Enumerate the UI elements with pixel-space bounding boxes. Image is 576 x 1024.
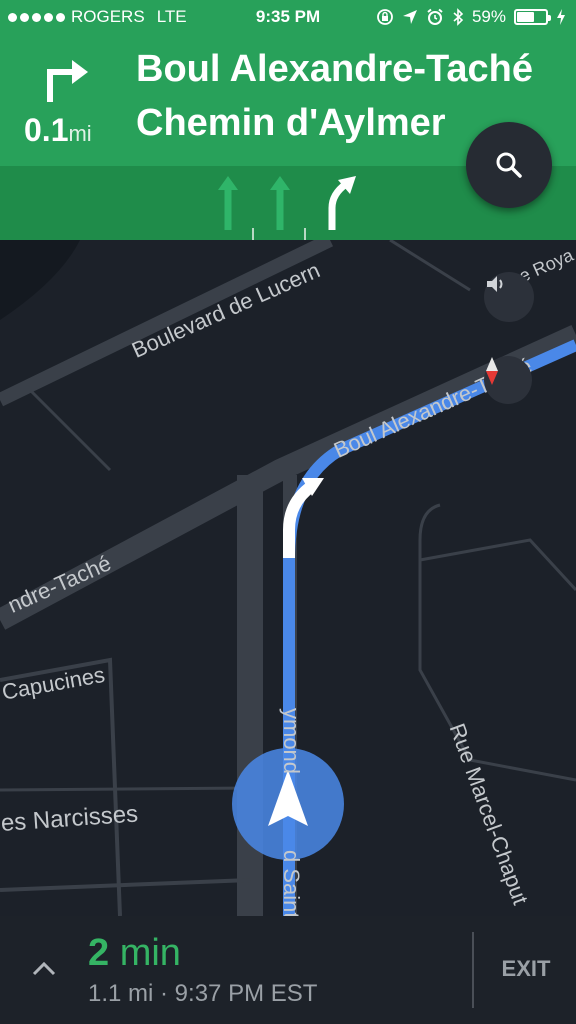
next-street-primary: Boul Alexandre-Taché bbox=[136, 48, 533, 90]
alarm-icon bbox=[427, 8, 443, 25]
distance-value: 0.1 bbox=[24, 112, 69, 148]
trip-summary-bar: 2 min 1.1 mi · 9:37 PM EST EXIT bbox=[0, 916, 576, 1024]
sound-toggle-button[interactable] bbox=[484, 272, 534, 322]
status-bar: ROGERS LTE 9:35 PM 59% bbox=[0, 0, 576, 34]
battery-percentage: 59% bbox=[471, 7, 506, 26]
distance-to-turn: 0.1mi bbox=[24, 112, 92, 149]
map-label-saint-raymond-bottom: d Saint- bbox=[279, 850, 304, 916]
status-right: 59% bbox=[376, 7, 566, 27]
search-button[interactable] bbox=[466, 122, 552, 208]
eta-duration: 2 min bbox=[88, 932, 181, 975]
exit-navigation-button[interactable]: EXIT bbox=[476, 934, 576, 1004]
map-view[interactable]: Boulevard de Lucern e Roya Boul Alexandr… bbox=[0, 240, 576, 916]
search-icon bbox=[496, 152, 522, 178]
bluetooth-icon bbox=[453, 8, 464, 26]
lane-slight-right-icon bbox=[328, 176, 356, 230]
lane-straight-icon bbox=[218, 176, 238, 230]
turn-right-icon bbox=[47, 60, 88, 102]
battery-icon bbox=[514, 9, 551, 25]
eta-minutes: 2 bbox=[88, 932, 110, 974]
compass-icon bbox=[486, 357, 498, 385]
compass-button[interactable] bbox=[484, 356, 532, 404]
map-label-saint-raymond-top: ymond bbox=[279, 708, 304, 775]
distance-unit: mi bbox=[68, 121, 92, 146]
trip-details: 1.1 mi · 9:37 PM EST bbox=[88, 980, 318, 1007]
battery-level bbox=[517, 12, 534, 22]
orientation-lock-icon bbox=[377, 9, 393, 25]
charging-icon bbox=[557, 9, 565, 25]
divider bbox=[472, 932, 474, 1008]
lane-straight-icon bbox=[270, 176, 290, 230]
expand-chevron-up-icon[interactable] bbox=[26, 950, 62, 986]
location-arrow-icon bbox=[402, 10, 417, 24]
speaker-icon bbox=[487, 276, 503, 292]
next-street-secondary: Chemin d'Aylmer bbox=[136, 102, 446, 144]
eta-unit: min bbox=[119, 932, 181, 974]
